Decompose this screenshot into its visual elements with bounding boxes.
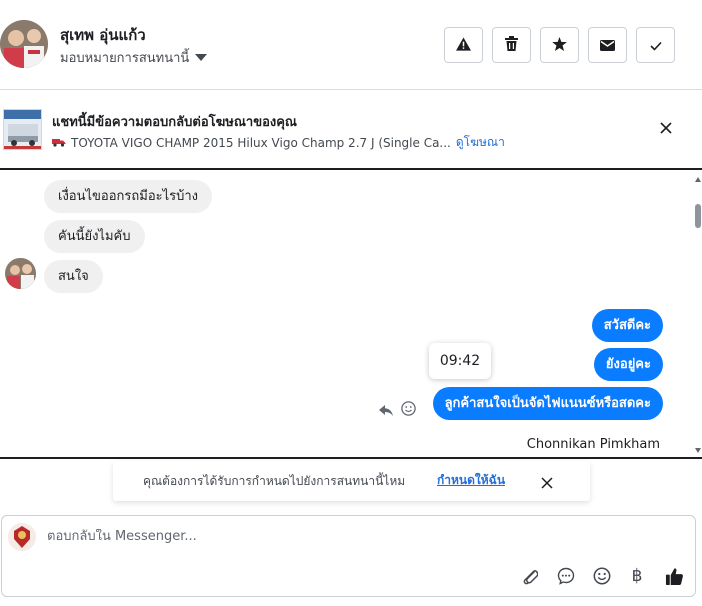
assign-label: มอบหมายการสนทนานี้ (60, 51, 190, 66)
sender-name: Chonnikan Pimkham (526, 437, 660, 452)
close-ad-banner-icon[interactable] (660, 119, 672, 138)
page-avatar (8, 523, 36, 551)
contact-name: สุเทพ อุ่นแก้ว (60, 26, 146, 44)
reply-icon[interactable] (379, 402, 393, 421)
conversation-header: สุเทพ อุ่นแก้ว มอบหมายการสนทนานี้ (0, 0, 702, 90)
thumbs-up-icon[interactable] (663, 565, 685, 587)
emoji-icon[interactable] (591, 565, 613, 587)
ad-banner-subtitle-row: TOYOTA VIGO CHAMP 2015 Hilux Vigo Champ … (52, 133, 505, 152)
incoming-message: สนใจ (44, 260, 103, 293)
envelope-icon (600, 36, 615, 55)
payment-icon[interactable]: ฿ (626, 565, 648, 587)
mark-done-button[interactable] (636, 27, 675, 63)
warning-icon (456, 36, 471, 55)
caret-down-icon (195, 54, 208, 61)
saved-replies-icon[interactable] (555, 565, 577, 587)
star-button[interactable] (540, 27, 579, 63)
star-icon (552, 36, 567, 55)
assign-prompt-toast: คุณต้องการได้รับการกำหนดไปยังการสนทนานี้… (113, 461, 590, 501)
ad-reply-banner: แชทนี้มีข้อความตอบกลับต่อโฆษณาของคุณ TOY… (0, 91, 702, 170)
thread-scrollbar[interactable] (694, 172, 702, 457)
ad-banner-title: แชทนี้มีข้อความตอบกลับต่อโฆษณาของคุณ (52, 115, 297, 130)
assign-conversation-dropdown[interactable]: มอบหมายการสนทนานี้ (60, 47, 208, 68)
outgoing-message: ยังอยู่คะ (593, 348, 663, 381)
outgoing-message: ลูกค้าสนใจเป็นจัดไฟแนนซ์หรือสดคะ (432, 387, 663, 420)
view-ad-link[interactable]: ดูโฆษณา (456, 133, 505, 152)
reply-input[interactable] (47, 529, 487, 544)
message-composer: ฿ (1, 515, 696, 597)
scroll-thumb[interactable] (695, 204, 701, 228)
check-icon (649, 36, 662, 55)
sender-avatar (5, 258, 36, 289)
assign-to-me-link[interactable]: กำหนดให้ฉัน (437, 471, 505, 490)
attachment-icon[interactable] (519, 565, 541, 587)
ad-banner-subtitle: TOYOTA VIGO CHAMP 2015 Hilux Vigo Champ … (71, 135, 451, 150)
scroll-up-icon[interactable] (695, 177, 701, 182)
outgoing-message: สวัสดีคะ (591, 309, 663, 342)
ad-thumbnail[interactable] (3, 109, 42, 150)
mark-unread-button[interactable] (588, 27, 627, 63)
incoming-message: คันนี้ยังไมคับ (44, 220, 145, 253)
trash-icon (505, 35, 518, 55)
message-thread[interactable]: เงื่อนไขออกรถมีอะไรบ้าง คันนี้ยังไมคับ ส… (0, 172, 702, 459)
message-timestamp-tooltip: 09:42 (429, 343, 491, 379)
truck-icon (52, 136, 66, 150)
contact-avatar[interactable] (0, 20, 48, 68)
report-button[interactable] (444, 27, 483, 63)
incoming-message: เงื่อนไขออกรถมีอะไรบ้าง (44, 180, 213, 213)
close-toast-icon[interactable] (541, 474, 553, 493)
currency-symbol: ฿ (631, 566, 643, 586)
delete-button[interactable] (492, 27, 531, 63)
assign-prompt-text: คุณต้องการได้รับการกำหนดไปยังการสนทนานี้… (143, 474, 406, 488)
reaction-smiley-icon[interactable] (401, 401, 416, 420)
scroll-down-icon[interactable] (695, 448, 701, 453)
